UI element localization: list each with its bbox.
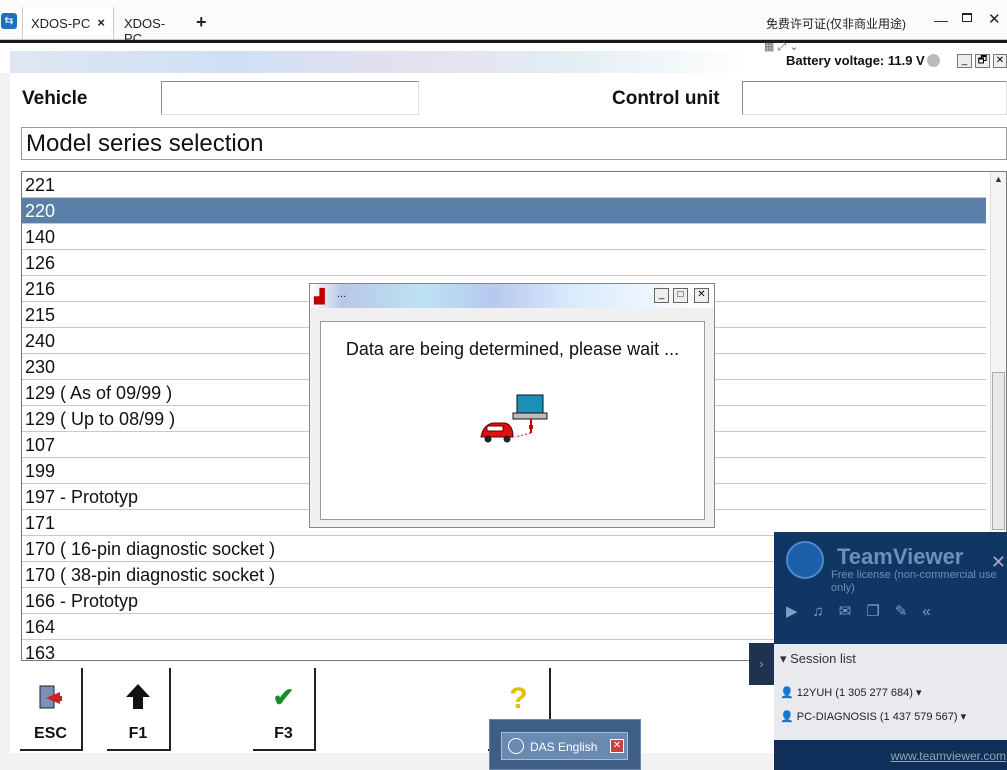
teamviewer-tab-bar: ⇆ XDOS-PC × XDOS-PC + 免费许可证(仅非商业用途) — ✕ xyxy=(0,0,1007,46)
chat-icon[interactable]: ✉ xyxy=(839,603,867,620)
vehicle-field xyxy=(161,81,419,115)
control-unit-field xyxy=(742,81,1007,115)
list-item[interactable]: 220 xyxy=(22,198,986,224)
list-item[interactable]: 126 xyxy=(22,250,986,276)
tab-xdos-pc-active[interactable]: XDOS-PC × xyxy=(22,7,114,39)
tab-close-icon[interactable]: × xyxy=(97,15,105,30)
tools-icon[interactable]: ✎ xyxy=(895,603,923,620)
maximize-window-button[interactable] xyxy=(962,13,972,22)
close-icon[interactable]: ✕ xyxy=(610,739,624,753)
teamviewer-panel: TeamViewer Free license (non-commercial … xyxy=(774,532,1007,770)
up-arrow-icon xyxy=(107,682,169,719)
checkmark-icon: ✔ xyxy=(272,682,295,712)
collapse-icon[interactable]: « xyxy=(922,603,945,620)
list-item[interactable]: 140 xyxy=(22,224,986,250)
session-list: ▾ Session list 👤 12YUH (1 305 277 684) ▾… xyxy=(774,644,1007,740)
function-key-bar: ESC F1 ✔ F3 ? xyxy=(10,663,780,753)
battery-indicator-icon xyxy=(926,54,940,67)
close-window-button[interactable]: ✕ xyxy=(988,10,1001,28)
f1-button[interactable]: F1 xyxy=(107,668,171,751)
dialog-title-bar: ▟ ... _ □ ✕ xyxy=(310,284,714,308)
mercedes-star-icon xyxy=(508,738,524,754)
dialog-body: Data are being determined, please wait .… xyxy=(320,321,705,520)
video-icon[interactable]: ▶ xyxy=(786,603,813,620)
add-tab-button[interactable]: + xyxy=(196,12,207,33)
tab-label: XDOS-PC xyxy=(31,16,91,31)
teamviewer-brand-icon xyxy=(786,541,824,579)
panel-expand-button[interactable]: › xyxy=(749,643,774,685)
exit-icon xyxy=(20,682,81,721)
teamviewer-website-link[interactable]: www.teamviewer.com xyxy=(891,749,1006,763)
help-icon: ? xyxy=(509,682,528,715)
close-icon[interactable]: ✕ xyxy=(991,552,1006,573)
dialog-message: Data are being determined, please wait .… xyxy=(345,339,680,359)
session-list-header[interactable]: ▾ Session list xyxy=(780,651,856,667)
car-laptop-connection-icon xyxy=(480,394,548,443)
das-close-button[interactable]: ✕ xyxy=(993,54,1007,68)
diagnosis-app-icon: ▟ xyxy=(314,288,325,304)
minimize-window-button[interactable]: — xyxy=(934,12,948,28)
session-label: PC-DIAGNOSIS (1 437 579 567) xyxy=(796,711,958,723)
das-minimize-button[interactable]: _ xyxy=(957,54,972,68)
scroll-up-icon[interactable]: ▲ xyxy=(994,174,1003,184)
dialog-maximize-button[interactable]: □ xyxy=(673,288,688,303)
battery-voltage-text: Battery voltage: 11.9 V xyxy=(786,53,925,68)
dialog-minimize-button[interactable]: _ xyxy=(654,288,669,303)
dialog-title: ... xyxy=(337,288,347,300)
teamviewer-actions: ▶♫✉❐✎« xyxy=(786,602,946,620)
license-text: 免费许可证(仅非商业用途) xyxy=(766,17,906,31)
session-list-label: Session list xyxy=(790,651,856,666)
list-item[interactable]: 221 xyxy=(22,172,986,198)
task-label: DAS English xyxy=(530,740,598,754)
session-item[interactable]: 👤 PC-DIAGNOSIS (1 437 579 567) ▾ xyxy=(780,710,966,723)
files-icon[interactable]: ❐ xyxy=(866,603,894,620)
teamviewer-brand: TeamViewer xyxy=(837,544,964,569)
fullscreen-icon[interactable]: ⤢ xyxy=(777,41,786,53)
teamviewer-panel-header: TeamViewer Free license (non-commercial … xyxy=(774,532,1007,644)
scroll-thumb[interactable] xyxy=(992,372,1005,530)
headset-icon[interactable]: ♫ xyxy=(813,603,839,620)
wait-dialog: ▟ ... _ □ ✕ Data are being determined, p… xyxy=(309,283,715,528)
das-english-task[interactable]: DAS English ✕ xyxy=(501,732,628,760)
chevron-down-icon[interactable]: ⌄ xyxy=(789,41,798,53)
dialog-close-button[interactable]: ✕ xyxy=(694,288,709,303)
das-restore-button[interactable]: 🗗 xyxy=(975,54,990,68)
battery-voltage: Battery voltage: 11.9 V xyxy=(786,53,940,68)
control-unit-label: Control unit xyxy=(612,88,720,109)
caption-gradient xyxy=(10,51,750,73)
esc-button[interactable]: ESC xyxy=(20,668,83,751)
f3-button[interactable]: ✔ F3 xyxy=(253,668,316,751)
teamviewer-logo-icon[interactable]: ⇆ xyxy=(1,13,17,29)
page-title: Model series selection xyxy=(21,127,1007,160)
teamviewer-license: Free license (non-commercial use only) xyxy=(831,569,997,594)
taskbar-preview: DAS English ✕ xyxy=(489,719,641,770)
session-item[interactable]: 👤 12YUH (1 305 277 684) ▾ xyxy=(780,686,922,699)
grid-icon[interactable]: ▦ xyxy=(764,41,774,53)
session-label: 12YUH (1 305 277 684) xyxy=(796,687,913,699)
esc-label: ESC xyxy=(34,725,67,742)
tab-xdos-pc[interactable]: XDOS-PC xyxy=(116,7,186,46)
f1-label: F1 xyxy=(128,725,148,742)
vehicle-label: Vehicle xyxy=(22,88,88,109)
f3-label: F3 xyxy=(274,725,293,742)
